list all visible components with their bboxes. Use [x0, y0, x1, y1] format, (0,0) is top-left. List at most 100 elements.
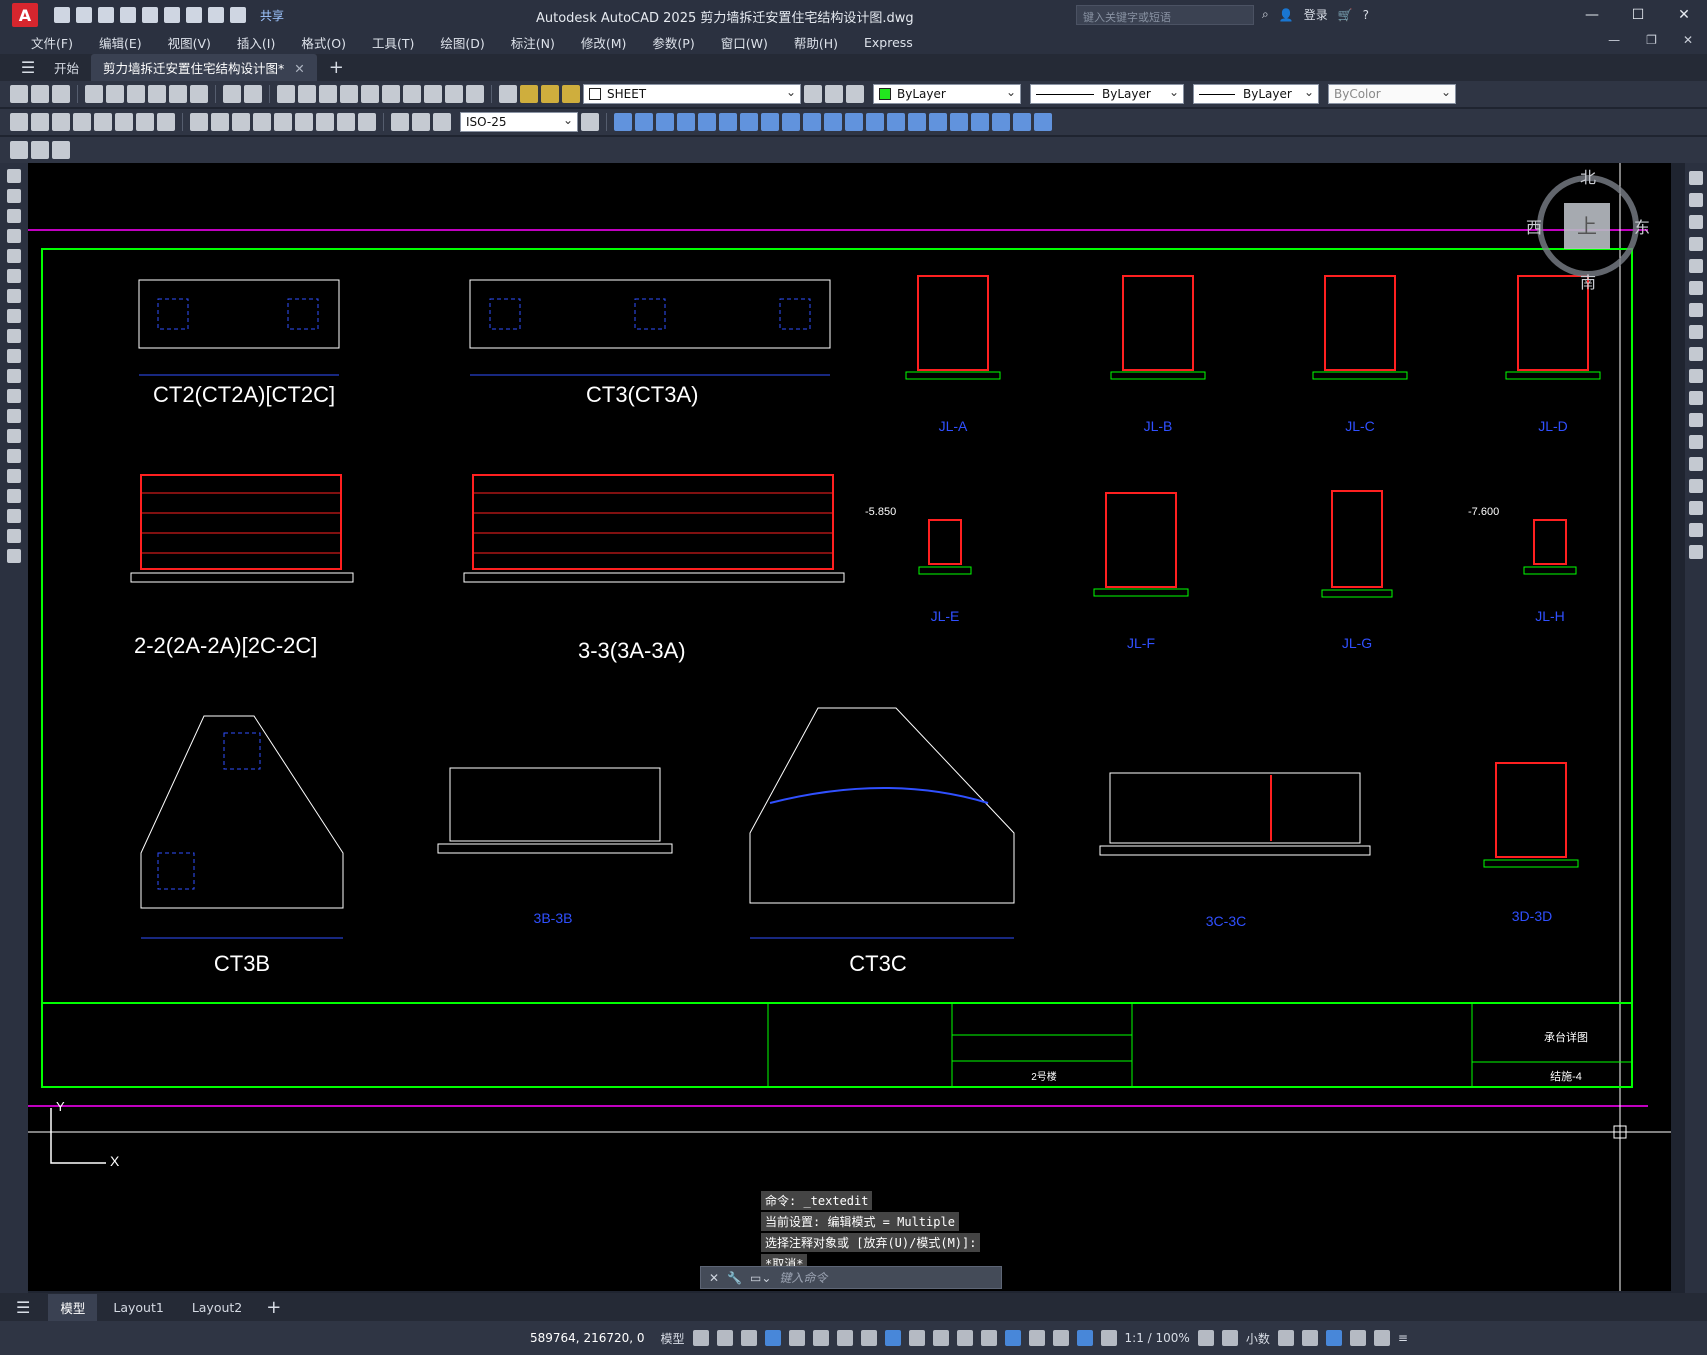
- plot-icon[interactable]: [85, 85, 103, 103]
- layer-dropdown[interactable]: SHEET: [583, 84, 801, 104]
- scale-icon[interactable]: [1689, 325, 1703, 339]
- dim-text-edit-icon[interactable]: [412, 113, 430, 131]
- layer-match-icon[interactable]: [846, 85, 864, 103]
- rotate-icon[interactable]: [1689, 303, 1703, 317]
- explode-icon[interactable]: [1689, 545, 1703, 559]
- plot-icon[interactable]: [186, 7, 202, 23]
- viewcube-south[interactable]: 南: [1580, 274, 1596, 292]
- redo-icon[interactable]: [244, 85, 262, 103]
- menu-edit[interactable]: 编辑(E): [86, 33, 155, 52]
- annotation-visibility-icon[interactable]: [1076, 1330, 1093, 1346]
- viewcube-west[interactable]: 西: [1526, 220, 1542, 237]
- command-prompt-icon[interactable]: ▭⌄: [750, 1271, 771, 1285]
- arc-icon[interactable]: [7, 269, 21, 283]
- cart-icon[interactable]: 🛒: [1338, 8, 1353, 22]
- tab-layout2[interactable]: Layout2: [180, 1296, 254, 1319]
- line-icon[interactable]: [7, 169, 21, 183]
- workspace-icon[interactable]: [10, 141, 28, 159]
- join-icon[interactable]: [1689, 457, 1703, 471]
- inspection-icon[interactable]: [337, 113, 355, 131]
- layer-states-icon[interactable]: [52, 141, 70, 159]
- jogged-linear-icon[interactable]: [358, 113, 376, 131]
- blend-icon[interactable]: [1689, 523, 1703, 537]
- dim-arc-icon[interactable]: [52, 113, 70, 131]
- viewcube-north[interactable]: 北: [1580, 169, 1596, 187]
- quick-dim-icon[interactable]: [190, 113, 208, 131]
- dim-break-icon[interactable]: [274, 113, 292, 131]
- menu-hamburger-icon[interactable]: ☰: [14, 58, 42, 77]
- menu-hamburger-icon[interactable]: ☰: [16, 1298, 30, 1317]
- region-icon[interactable]: [7, 489, 21, 503]
- dim-edit-icon[interactable]: [391, 113, 409, 131]
- isometric-icon[interactable]: [836, 1330, 853, 1346]
- login-button[interactable]: 登录: [1304, 6, 1328, 23]
- dim-update-icon[interactable]: [433, 113, 451, 131]
- doc-minimize-button[interactable]: —: [1608, 33, 1620, 47]
- tab-layout1[interactable]: Layout1: [101, 1296, 175, 1319]
- dynamic-input-icon[interactable]: [764, 1330, 781, 1346]
- toolbar-settings-icon[interactable]: [31, 141, 49, 159]
- snap-icon[interactable]: [716, 1330, 733, 1346]
- share-button[interactable]: 共享: [260, 7, 284, 24]
- dimstyle-manager-icon[interactable]: [581, 113, 599, 131]
- autocad-logo[interactable]: A: [12, 3, 38, 27]
- gizmo-icon[interactable]: [1052, 1330, 1069, 1346]
- fillet-icon[interactable]: [908, 113, 926, 131]
- properties-icon[interactable]: [361, 85, 379, 103]
- trim-icon[interactable]: [1689, 369, 1703, 383]
- coordinate-readout[interactable]: 589764, 216720, 0: [530, 1331, 645, 1345]
- menu-modify[interactable]: 修改(M): [568, 33, 640, 52]
- model-space-toggle[interactable]: 模型: [661, 1330, 685, 1347]
- layer-properties-icon[interactable]: [499, 85, 517, 103]
- viewcube-east[interactable]: 东: [1634, 219, 1650, 237]
- menu-view[interactable]: 视图(V): [155, 33, 224, 52]
- design-center-icon[interactable]: [382, 85, 400, 103]
- object-snap-icon[interactable]: [884, 1330, 901, 1346]
- circle-icon[interactable]: [7, 289, 21, 303]
- menu-express[interactable]: Express: [851, 35, 926, 50]
- dim-continue-icon[interactable]: [232, 113, 250, 131]
- minimize-button[interactable]: —: [1569, 0, 1615, 30]
- rotate-icon[interactable]: [740, 113, 758, 131]
- extend-icon[interactable]: [1689, 391, 1703, 405]
- polar-tracking-icon[interactable]: [812, 1330, 829, 1346]
- dim-linear-icon[interactable]: [10, 113, 28, 131]
- add-selected-icon[interactable]: [7, 549, 21, 563]
- color-dropdown[interactable]: ByLayer: [873, 84, 1021, 104]
- 3d-osnap-icon[interactable]: [980, 1330, 997, 1346]
- erase-icon[interactable]: [1689, 171, 1703, 185]
- lineweight-icon[interactable]: [908, 1330, 925, 1346]
- selection-cycling-icon[interactable]: [956, 1330, 973, 1346]
- workspace-gear-icon[interactable]: [1197, 1330, 1214, 1346]
- gradient-icon[interactable]: [7, 469, 21, 483]
- extend-icon[interactable]: [824, 113, 842, 131]
- stretch-icon[interactable]: [1689, 347, 1703, 361]
- user-icon[interactable]: 👤: [1279, 8, 1294, 22]
- stretch-icon[interactable]: [782, 113, 800, 131]
- sheet-set-icon[interactable]: [424, 85, 442, 103]
- dynamic-ucs-icon[interactable]: [1004, 1330, 1021, 1346]
- customize-icon[interactable]: 🔧: [727, 1271, 742, 1285]
- zoom-realtime-icon[interactable]: [298, 85, 316, 103]
- doc-close-button[interactable]: ✕: [1683, 33, 1693, 47]
- mtext-icon[interactable]: [7, 529, 21, 543]
- mirror-icon[interactable]: [1689, 215, 1703, 229]
- selection-filter-icon[interactable]: [1028, 1330, 1045, 1346]
- search-icon[interactable]: ⌕: [1262, 7, 1269, 22]
- open-file-icon[interactable]: [76, 7, 92, 23]
- isolate-objects-icon[interactable]: [1325, 1330, 1342, 1346]
- help-icon[interactable]: [466, 85, 484, 103]
- copy-object-icon[interactable]: [635, 113, 653, 131]
- dim-jogged-icon[interactable]: [115, 113, 133, 131]
- customization-icon[interactable]: ≡: [1398, 1331, 1408, 1345]
- tab-document[interactable]: 剪力墙拆迁安置住宅结构设计图* ✕: [91, 54, 317, 81]
- infer-constraints-icon[interactable]: [740, 1330, 757, 1346]
- ellipse-icon[interactable]: [7, 349, 21, 363]
- menu-window[interactable]: 窗口(W): [708, 33, 781, 52]
- linetype-dropdown[interactable]: ByLayer: [1030, 84, 1184, 104]
- attribute-icon[interactable]: [992, 113, 1010, 131]
- array-icon[interactable]: [698, 113, 716, 131]
- dim-diameter-icon[interactable]: [136, 113, 154, 131]
- layer-on-icon[interactable]: [520, 85, 538, 103]
- move-icon[interactable]: [719, 113, 737, 131]
